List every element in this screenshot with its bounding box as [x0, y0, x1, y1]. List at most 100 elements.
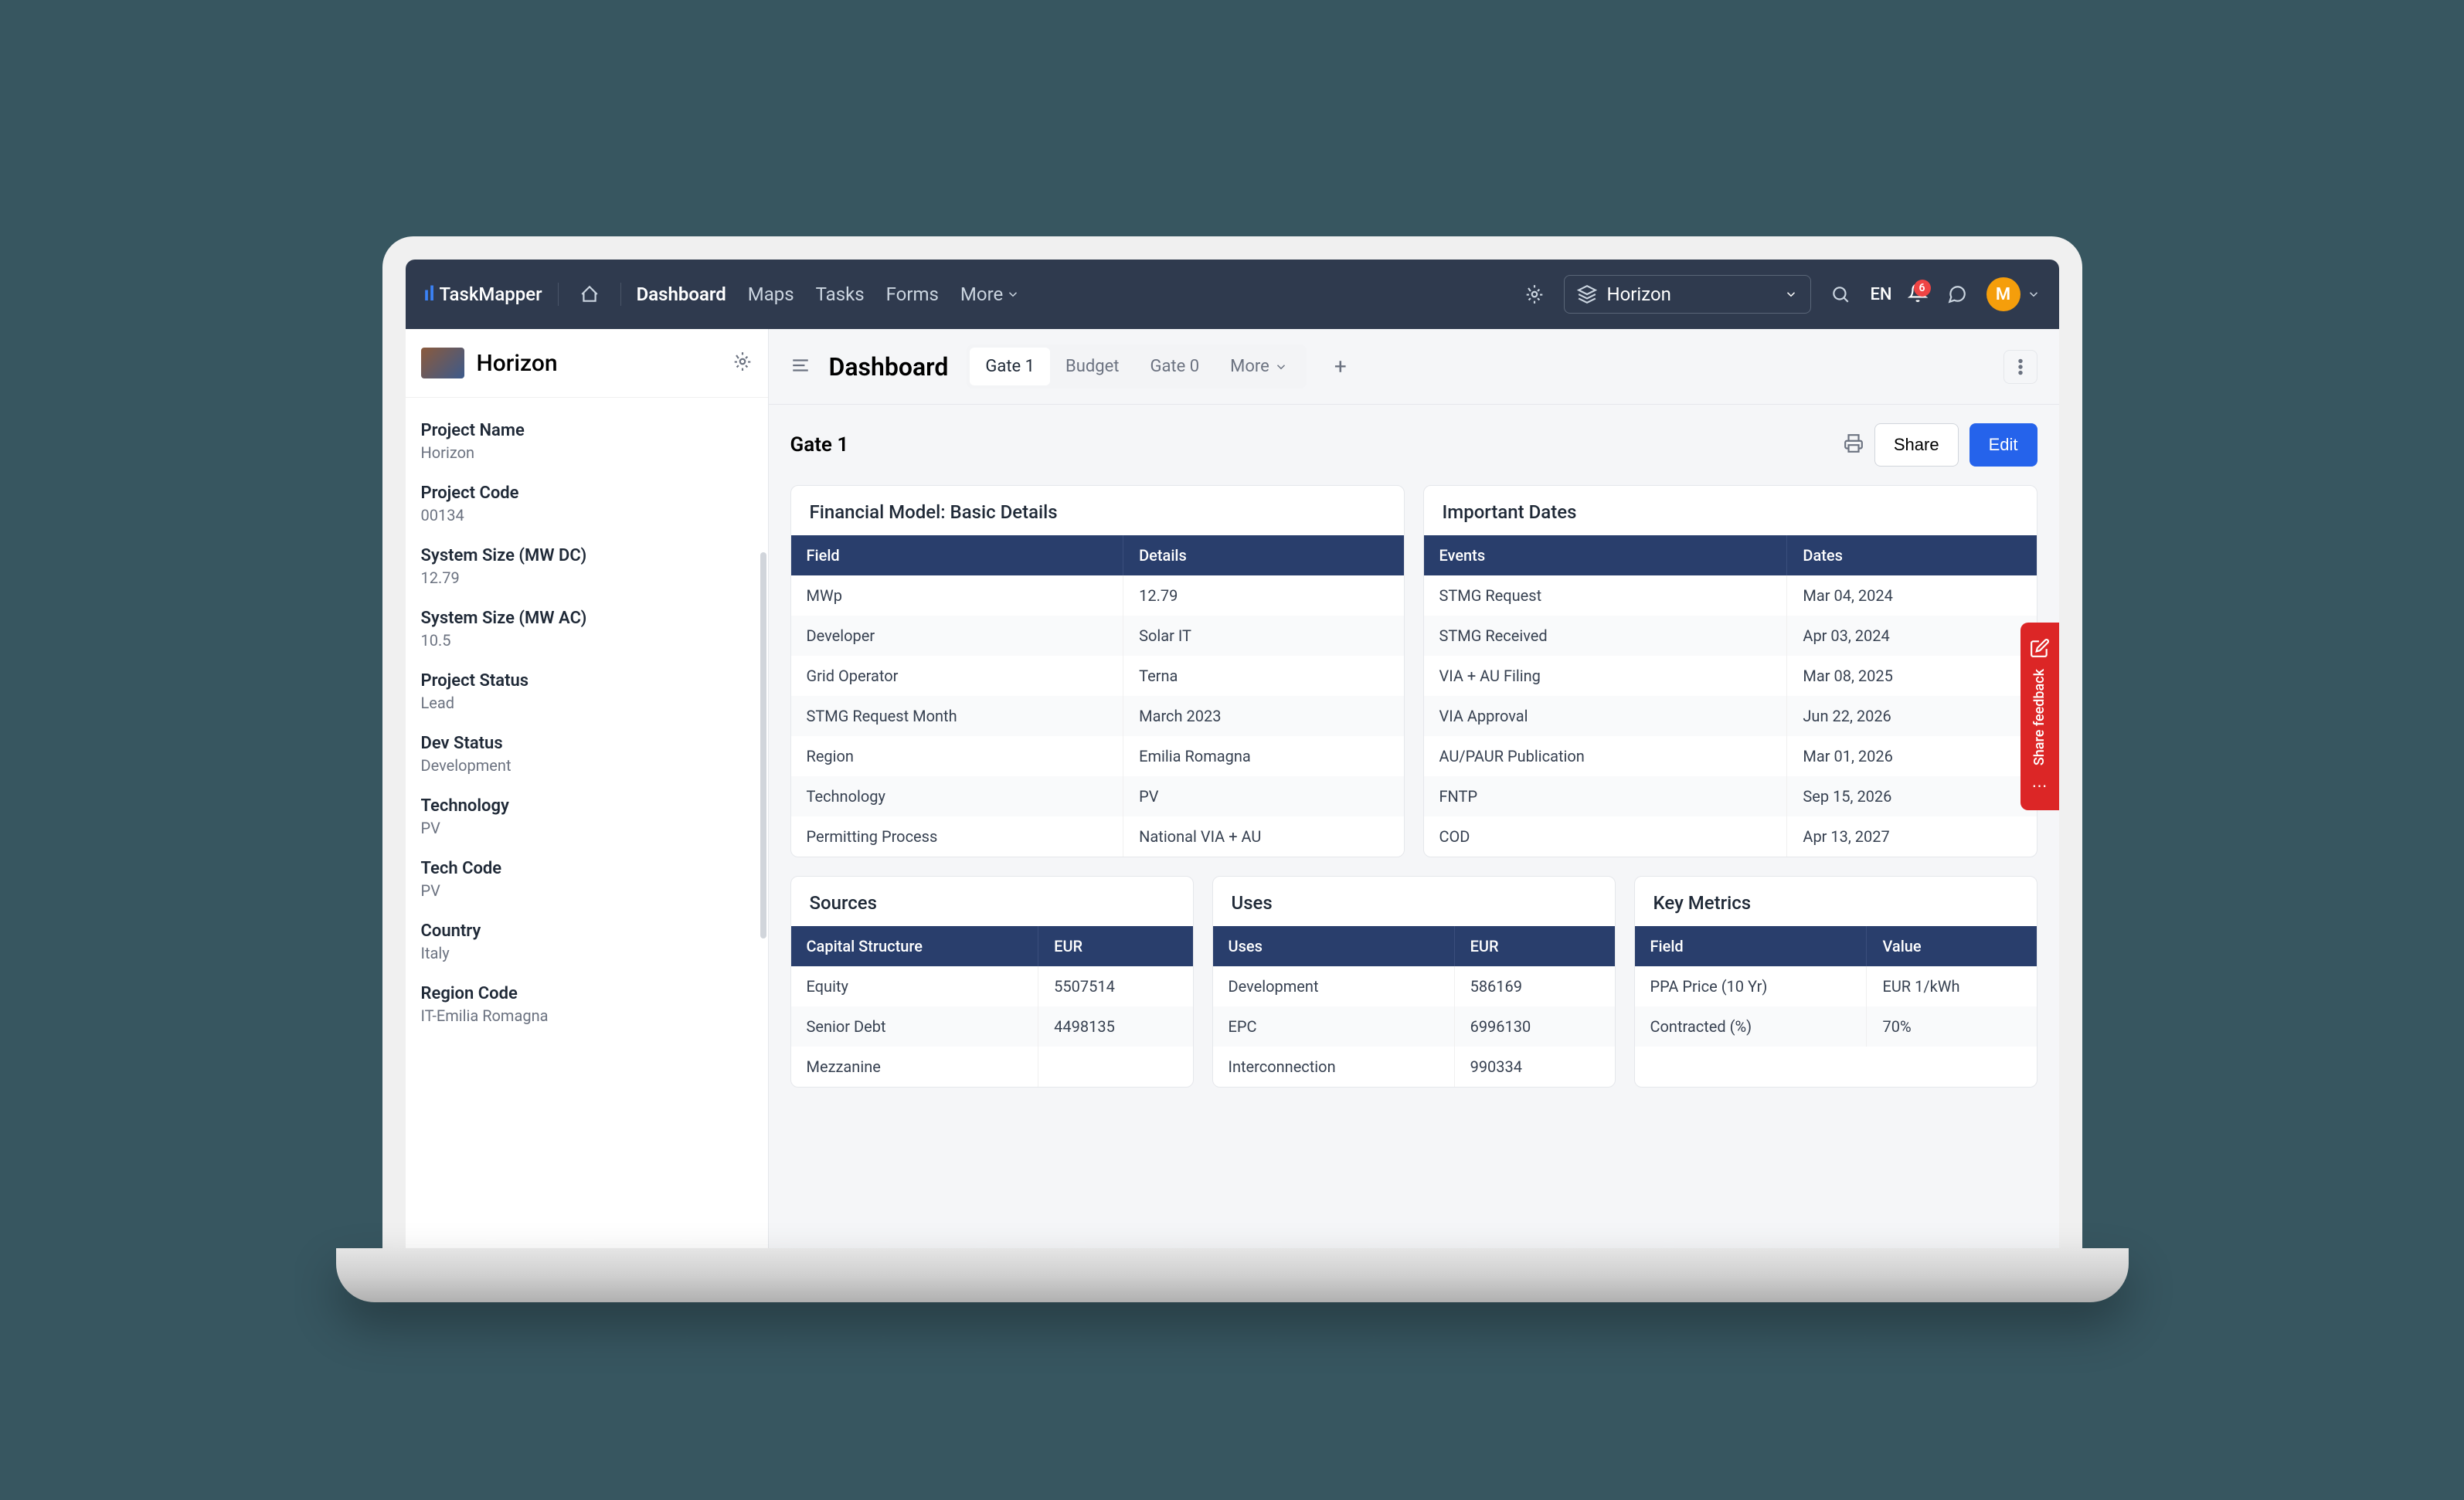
- field-value: Italy: [421, 944, 753, 962]
- brand-logo[interactable]: ıl TaskMapper: [424, 283, 542, 306]
- card-title: Key Metrics: [1635, 877, 2037, 926]
- field-block: Dev Status Development: [421, 723, 753, 786]
- field-label: Project Status: [421, 671, 753, 691]
- field-block: System Size (MW DC)12.79: [421, 535, 753, 598]
- home-icon: [579, 284, 600, 304]
- col-header: Dates: [1787, 535, 2037, 575]
- field-value: 00134: [421, 506, 753, 524]
- field-value: PV: [421, 819, 753, 837]
- table-row: Grid OperatorTerna: [791, 656, 1404, 696]
- layers-icon: [1577, 284, 1597, 304]
- divider: [558, 283, 559, 306]
- share-button[interactable]: Share: [1874, 423, 1959, 467]
- add-tab-button[interactable]: +: [1325, 351, 1356, 382]
- table-row: STMG Request MonthMarch 2023: [791, 696, 1404, 736]
- tab-gate-1[interactable]: Gate 1: [970, 348, 1050, 385]
- table-row: STMG RequestMar 04, 2024: [1424, 575, 2037, 616]
- feedback-tab[interactable]: Share feedback ⋯: [2020, 623, 2059, 810]
- field-block: Tech CodePV: [421, 848, 753, 911]
- table-row: Equity5507514: [791, 966, 1193, 1006]
- tabs: Gate 1 Budget Gate 0 More: [967, 344, 1306, 389]
- field-block: Region Code IT-Emilia Romagna: [421, 973, 753, 1036]
- nav-maps[interactable]: Maps: [748, 283, 794, 305]
- notifications[interactable]: 6: [1908, 283, 1928, 306]
- chevron-down-icon: [2027, 287, 2041, 301]
- field-block: CountryItaly: [421, 911, 753, 973]
- table-row: Mezzanine: [791, 1047, 1193, 1087]
- dashboard-content: Financial Model: Basic Details Field Det…: [769, 485, 2059, 1264]
- tab-gate-0[interactable]: Gate 0: [1134, 348, 1215, 385]
- more-icon: ⋯: [2032, 776, 2048, 795]
- table-row: TechnologyPV: [791, 776, 1404, 816]
- field-label: Region Code: [421, 984, 753, 1003]
- gear-icon: [1524, 284, 1545, 304]
- field-block: Project NameHorizon: [421, 410, 753, 473]
- table-row: CODApr 13, 2027: [1424, 816, 2037, 857]
- uses-table: Uses EUR Development586169 EPC6996130 In…: [1213, 926, 1615, 1087]
- col-header: EUR: [1038, 926, 1193, 966]
- nav-forms[interactable]: Forms: [886, 283, 939, 305]
- card-title: Uses: [1213, 877, 1615, 926]
- col-header: Capital Structure: [791, 926, 1038, 966]
- card-key-metrics: Key Metrics Field Value PPA Price (10 Yr…: [1634, 876, 2037, 1088]
- card-sources: Sources Capital Structure EUR Equity5507…: [790, 876, 1194, 1088]
- page-title: Dashboard: [829, 352, 949, 382]
- field-value: Development: [421, 756, 753, 775]
- subtitle: Gate 1: [790, 433, 1833, 456]
- table-row: Contracted (%)70%: [1635, 1006, 2037, 1047]
- selected-project: Horizon: [1606, 283, 1775, 305]
- settings-button[interactable]: [1521, 280, 1548, 308]
- table-row: Development586169: [1213, 966, 1615, 1006]
- menu-toggle[interactable]: [790, 355, 811, 378]
- table-row: Permitting ProcessNational VIA + AU: [791, 816, 1404, 857]
- financial-table: Field Details MWp12.79 DeveloperSolar IT…: [791, 535, 1404, 857]
- notification-badge: 6: [1914, 280, 1931, 297]
- tabs-more[interactable]: More: [1215, 348, 1303, 385]
- nav-tasks[interactable]: Tasks: [816, 283, 865, 305]
- col-header: Uses: [1213, 926, 1455, 966]
- chat-icon: [1947, 284, 1967, 304]
- chat-button[interactable]: [1943, 280, 1971, 308]
- user-menu[interactable]: M: [1986, 277, 2041, 311]
- field-value: PV: [421, 881, 753, 900]
- feedback-label: Share feedback: [2031, 669, 2048, 765]
- gear-icon: [732, 351, 753, 372]
- top-navigation: ıl TaskMapper Dashboard Maps Tasks Forms…: [406, 260, 2059, 329]
- scrollbar[interactable]: [760, 552, 766, 938]
- field-value: 12.79: [421, 568, 753, 587]
- search-button[interactable]: [1827, 280, 1854, 308]
- nav-more[interactable]: More: [960, 283, 1020, 305]
- field-label: System Size (MW AC): [421, 609, 753, 628]
- sources-table: Capital Structure EUR Equity5507514 Seni…: [791, 926, 1193, 1087]
- main-content: Dashboard Gate 1 Budget Gate 0 More +: [769, 329, 2059, 1264]
- field-label: Dev Status: [421, 734, 753, 753]
- divider: [620, 283, 621, 306]
- field-label: Project Code: [421, 484, 753, 503]
- project-settings-button[interactable]: [732, 351, 753, 375]
- home-button[interactable]: [574, 279, 605, 310]
- field-value: Lead: [421, 694, 753, 712]
- table-row: PPA Price (10 Yr)EUR 1/kWh: [1635, 966, 2037, 1006]
- nav-links: Dashboard Maps Tasks Forms More: [637, 283, 1021, 305]
- col-header: EUR: [1454, 926, 1614, 966]
- card-uses: Uses Uses EUR Development586169 EPC69961…: [1212, 876, 1616, 1088]
- chevron-down-icon: [1006, 287, 1020, 301]
- col-header: Field: [791, 535, 1123, 575]
- nav-dashboard[interactable]: Dashboard: [637, 283, 726, 305]
- field-value: IT-Emilia Romagna: [421, 1006, 753, 1025]
- project-selector[interactable]: Horizon: [1564, 275, 1811, 314]
- table-row: VIA ApprovalJun 22, 2026: [1424, 696, 2037, 736]
- more-options-button[interactable]: [2003, 350, 2037, 384]
- table-row: AU/PAUR PublicationMar 01, 2026: [1424, 736, 2037, 776]
- col-header: Field: [1635, 926, 1867, 966]
- card-financial-model: Financial Model: Basic Details Field Det…: [790, 485, 1405, 857]
- table-row: Interconnection990334: [1213, 1047, 1615, 1087]
- language-toggle[interactable]: EN: [1870, 285, 1891, 304]
- col-header: Details: [1123, 535, 1404, 575]
- table-row: STMG ReceivedApr 03, 2024: [1424, 616, 2037, 656]
- tab-budget[interactable]: Budget: [1050, 348, 1134, 385]
- chevron-down-icon: [1274, 360, 1288, 374]
- edit-button[interactable]: Edit: [1970, 423, 2037, 467]
- print-button[interactable]: [1844, 433, 1864, 456]
- table-row: DeveloperSolar IT: [791, 616, 1404, 656]
